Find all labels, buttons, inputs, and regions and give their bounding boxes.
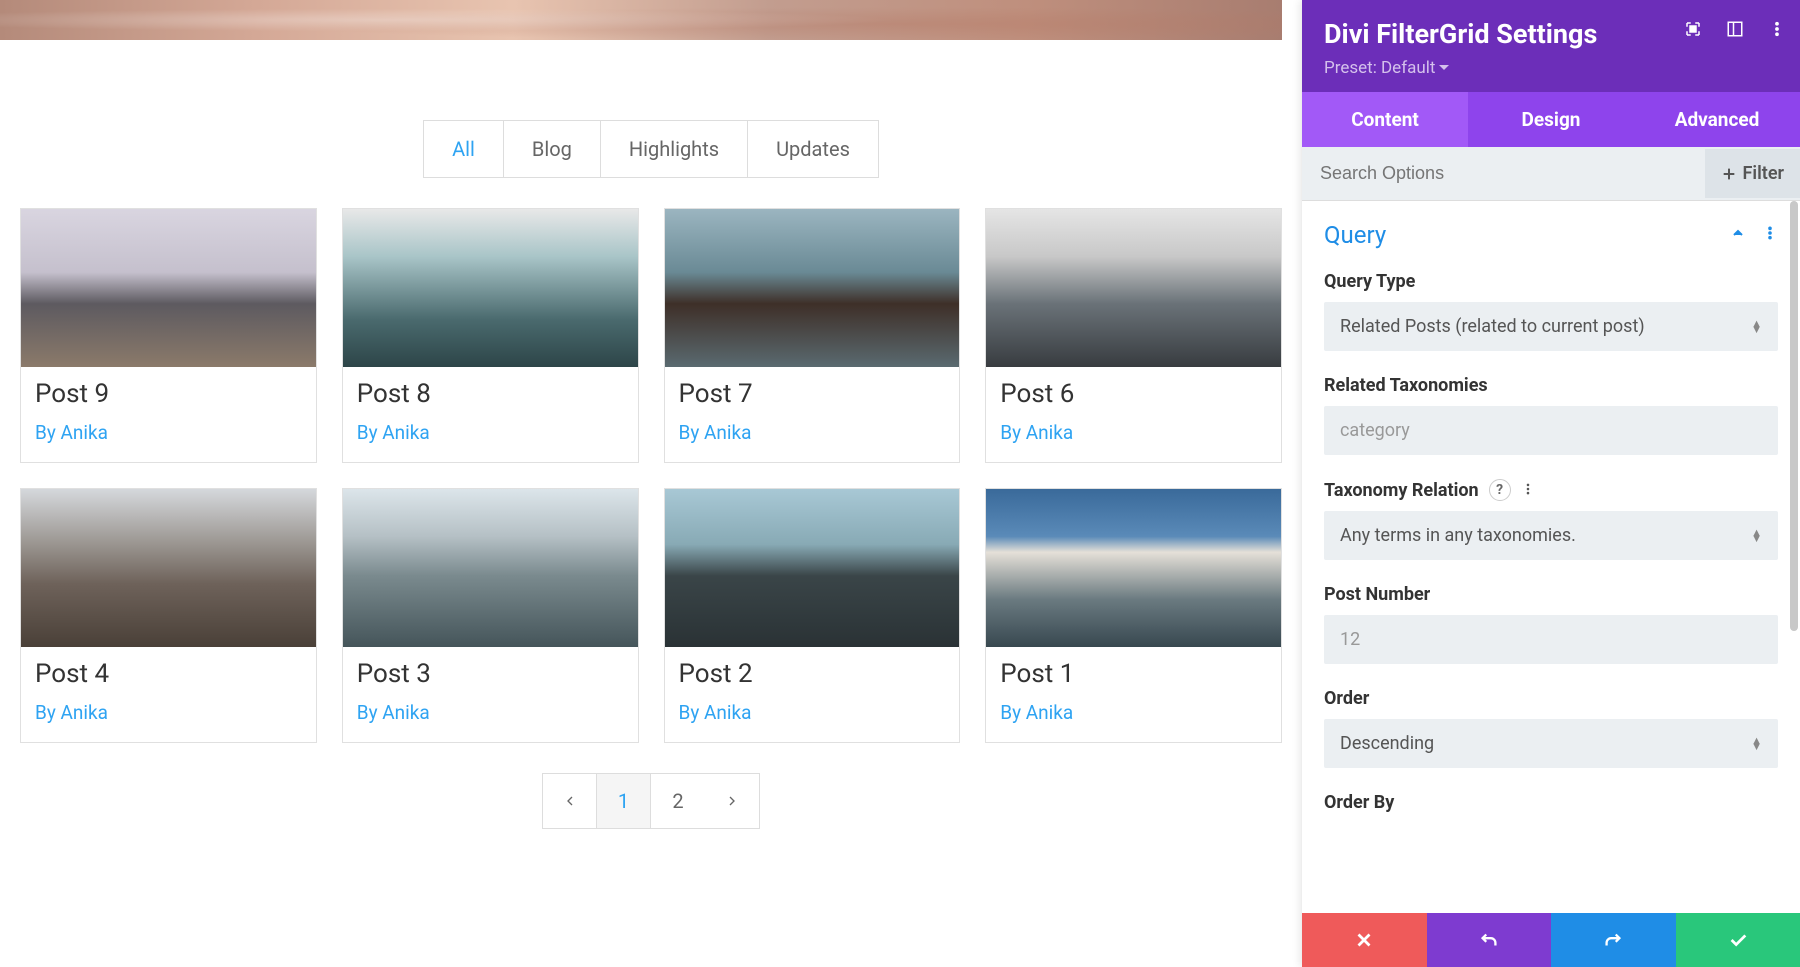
post-thumbnail [21,209,316,367]
pager-prev[interactable] [543,774,597,828]
main-preview: AllBlogHighlightsUpdates Post 9By AnikaP… [0,0,1302,967]
tab-content[interactable]: Content [1302,92,1468,147]
post-thumbnail [343,489,638,647]
post-number-label: Post Number [1324,584,1778,605]
panel-footer [1302,913,1800,967]
post-card[interactable]: Post 6 By Anika [985,208,1282,463]
panel-tabs: ContentDesignAdvanced [1302,92,1800,147]
filter-bar: AllBlogHighlightsUpdates [0,120,1302,178]
post-title: Post 2 [679,659,946,689]
filter-tab-all[interactable]: All [424,121,504,177]
section-more-icon[interactable] [1762,225,1778,245]
query-type-select[interactable]: Related Posts (related to current post) … [1324,302,1778,351]
collapse-icon[interactable] [1730,225,1746,245]
post-thumbnail [986,489,1281,647]
post-author[interactable]: By Anika [35,701,302,724]
filter-button[interactable]: Filter [1705,149,1800,198]
post-title: Post 1 [1000,659,1267,689]
post-card[interactable]: Post 8 By Anika [342,208,639,463]
pagination: 12 [0,773,1302,829]
query-type-label: Query Type [1324,271,1778,292]
post-card[interactable]: Post 3 By Anika [342,488,639,743]
filter-tab-updates[interactable]: Updates [748,121,878,177]
related-taxonomies-label: Related Taxonomies [1324,375,1778,396]
post-number-input[interactable]: 12 [1324,615,1778,664]
save-button[interactable] [1676,913,1800,967]
pager-page-2[interactable]: 2 [651,774,705,828]
post-card[interactable]: Post 9 By Anika [20,208,317,463]
filter-tab-blog[interactable]: Blog [504,121,601,177]
post-title: Post 4 [35,659,302,689]
related-taxonomies-input[interactable]: category [1324,406,1778,455]
settings-panel: Divi FilterGrid Settings Preset: Default… [1302,0,1800,967]
post-title: Post 3 [357,659,624,689]
order-by-label: Order By [1324,792,1778,813]
panel-layout-icon[interactable] [1726,20,1744,42]
post-author[interactable]: By Anika [1000,701,1267,724]
order-select[interactable]: Descending ▲▼ [1324,719,1778,768]
post-card[interactable]: Post 1 By Anika [985,488,1282,743]
search-row: Filter [1302,147,1800,201]
scrollbar[interactable] [1790,201,1798,631]
post-title: Post 9 [35,379,302,409]
post-thumbnail [665,489,960,647]
post-author[interactable]: By Anika [1000,421,1267,444]
tab-design[interactable]: Design [1468,92,1634,147]
tab-advanced[interactable]: Advanced [1634,92,1800,147]
pager-page-1[interactable]: 1 [597,774,651,828]
post-thumbnail [343,209,638,367]
post-author[interactable]: By Anika [357,421,624,444]
redo-button[interactable] [1551,913,1676,967]
taxonomy-relation-select[interactable]: Any terms in any taxonomies. ▲▼ [1324,511,1778,560]
post-card[interactable]: Post 2 By Anika [664,488,961,743]
post-title: Post 8 [357,379,624,409]
help-icon[interactable]: ? [1489,479,1511,501]
filter-tab-highlights[interactable]: Highlights [601,121,748,177]
more-icon[interactable] [1768,20,1786,42]
post-card[interactable]: Post 4 By Anika [20,488,317,743]
section-title[interactable]: Query [1324,221,1386,249]
post-author[interactable]: By Anika [679,701,946,724]
posts-grid: Post 9 By Anika Post 8 By Anika Post 7 By Ani… [0,208,1302,743]
undo-button[interactable] [1427,913,1552,967]
hero-image [0,0,1282,40]
field-more-icon[interactable] [1521,480,1535,501]
taxonomy-relation-label: Taxonomy Relation ? [1324,479,1778,501]
panel-body: Query Query Type Related Posts (related … [1302,201,1800,913]
post-author[interactable]: By Anika [35,421,302,444]
post-title: Post 7 [679,379,946,409]
post-author[interactable]: By Anika [679,421,946,444]
post-thumbnail [21,489,316,647]
post-author[interactable]: By Anika [357,701,624,724]
post-title: Post 6 [1000,379,1267,409]
preset-selector[interactable]: Preset: Default [1324,58,1778,78]
post-thumbnail [665,209,960,367]
post-thumbnail [986,209,1281,367]
panel-header: Divi FilterGrid Settings Preset: Default [1302,0,1800,92]
order-label: Order [1324,688,1778,709]
pager-next[interactable] [705,774,759,828]
expand-icon[interactable] [1684,20,1702,42]
cancel-button[interactable] [1302,913,1427,967]
post-card[interactable]: Post 7 By Anika [664,208,961,463]
search-input[interactable] [1302,147,1705,200]
